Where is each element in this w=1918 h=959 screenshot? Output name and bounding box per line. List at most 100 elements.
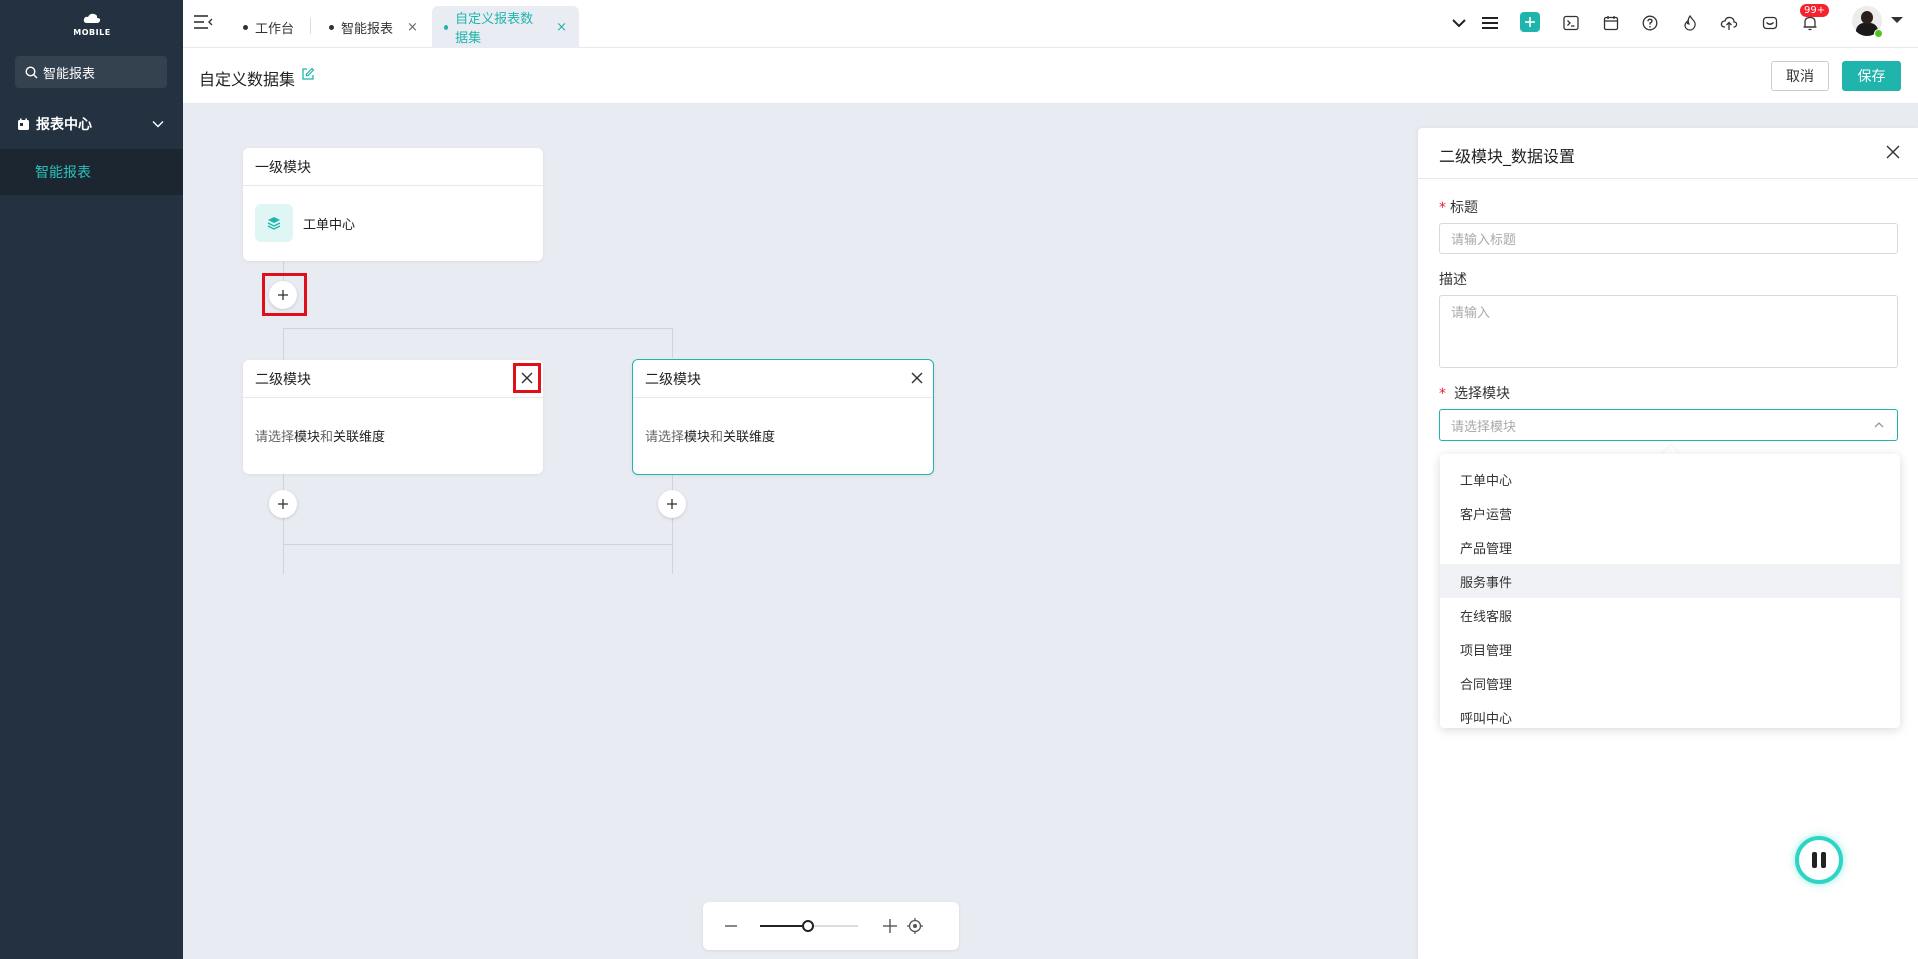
- title-placeholder: 请输入标题: [1451, 233, 1517, 248]
- pause-recording-button[interactable]: [1795, 836, 1843, 884]
- hint-and: 和: [320, 430, 334, 445]
- tab-divider: [310, 18, 311, 34]
- tab-dot: [329, 24, 334, 30]
- chevron-down-icon: [152, 121, 164, 128]
- dropdown-option-hovered[interactable]: 服务事件: [1440, 564, 1900, 598]
- connector-line: [672, 474, 673, 574]
- plus-icon: [278, 499, 288, 509]
- hint-module: 模块: [684, 430, 711, 445]
- card-header: 二级模块: [243, 360, 543, 398]
- menu-collapse-icon[interactable]: [193, 13, 213, 35]
- hint-dimension: 关联维度: [333, 430, 386, 445]
- tab-label: 工作台: [255, 21, 295, 37]
- highlight-box: [513, 363, 541, 393]
- search-icon: [25, 65, 38, 78]
- dropdown-option[interactable]: 工单中心: [1440, 462, 1900, 496]
- add-node-button[interactable]: [658, 490, 686, 518]
- brand-logo[interactable]: MOBILE: [72, 12, 112, 37]
- sidebar-item-label: 智能报表: [35, 165, 91, 181]
- tab-label: 智能报表: [341, 21, 394, 37]
- sidebar: MOBILE 智能报表 报表中心 智能报表: [0, 0, 183, 959]
- title-label: * 标题: [1439, 200, 1478, 216]
- sidebar-search-input[interactable]: 智能报表: [15, 56, 167, 88]
- cloud-logo-icon: [83, 13, 101, 23]
- module-placeholder: 请选择模块: [1451, 419, 1517, 435]
- tab-dot: [444, 24, 449, 30]
- module-label: * 选择模块: [1439, 386, 1510, 402]
- dropdown-option[interactable]: 项目管理: [1440, 632, 1900, 666]
- card-header: 二级模块: [633, 360, 933, 398]
- tab-custom-dataset[interactable]: 自定义报表数据集 ×: [432, 6, 579, 48]
- sidebar-search-value: 智能报表: [43, 66, 96, 82]
- sidebar-item-smart-report[interactable]: 智能报表: [0, 149, 183, 195]
- level1-module-card[interactable]: 一级模块 工单中心: [243, 148, 543, 261]
- close-icon[interactable]: [909, 370, 925, 386]
- card-body: 工单中心: [243, 186, 543, 260]
- sidebar-group-report-center[interactable]: 报表中心: [0, 109, 183, 139]
- description-placeholder: 请输入: [1451, 306, 1491, 321]
- connector-line: [283, 544, 673, 545]
- card-title: 二级模块: [645, 371, 701, 388]
- dropdown-option[interactable]: 在线客服: [1440, 598, 1900, 632]
- zoom-in-icon[interactable]: [883, 919, 897, 933]
- tab-close-icon[interactable]: ×: [407, 20, 418, 35]
- pause-icon: [1812, 852, 1826, 868]
- panel-title: 二级模块_数据设置: [1439, 147, 1576, 166]
- required-mark: *: [1439, 200, 1446, 216]
- cancel-button[interactable]: 取消: [1771, 61, 1829, 91]
- fire-icon[interactable]: [1679, 12, 1701, 34]
- inbox-icon[interactable]: [1759, 12, 1781, 34]
- add-icon[interactable]: [1520, 12, 1540, 32]
- tab-close-icon[interactable]: ×: [556, 20, 567, 35]
- hint-prefix: 请选择: [645, 430, 685, 445]
- save-button[interactable]: 保存: [1842, 61, 1901, 91]
- tab-smart-report[interactable]: 智能报表 ×: [317, 6, 430, 48]
- list-icon[interactable]: [1479, 12, 1501, 34]
- page-title: 自定义数据集: [199, 70, 296, 89]
- tab-dot: [243, 24, 248, 30]
- zoom-toolbar: [703, 902, 959, 950]
- brand-name: MOBILE: [73, 28, 111, 37]
- top-bar: 工作台 智能报表 × 自定义报表数据集 × 99+: [183, 0, 1918, 48]
- chevron-up-icon: [1874, 422, 1884, 428]
- level2-module-card[interactable]: 二级模块 请选择 模块和关联维度: [243, 360, 543, 474]
- connector-line: [283, 328, 673, 329]
- connector-line: [672, 328, 673, 358]
- edit-icon[interactable]: [301, 67, 315, 85]
- locate-icon[interactable]: [907, 918, 923, 934]
- card-body: 请选择 模块和关联维度: [243, 398, 543, 473]
- hint-dimension: 关联维度: [723, 430, 776, 445]
- page-header: 自定义数据集 取消 保存: [183, 48, 1918, 104]
- title-input[interactable]: 请输入标题: [1439, 223, 1898, 254]
- dropdown-option[interactable]: 合同管理: [1440, 666, 1900, 700]
- divider: [1418, 178, 1918, 179]
- description-textarea[interactable]: 请输入: [1439, 295, 1898, 368]
- module-name: 工单中心: [303, 217, 356, 233]
- connector-line: [283, 474, 284, 574]
- caret-down-icon[interactable]: [1891, 17, 1903, 23]
- card-body: 请选择 模块和关联维度: [633, 398, 933, 473]
- highlight-box: [262, 273, 307, 316]
- notification-badge: 99+: [1800, 4, 1830, 17]
- dropdown-option[interactable]: 产品管理: [1440, 530, 1900, 564]
- flow-canvas[interactable]: 一级模块 工单中心 二级模块 请选择 模块和关联维度 二级模块 请选择 模块 和…: [183, 104, 1418, 959]
- calendar-icon[interactable]: [1600, 12, 1622, 34]
- level2-module-card-selected[interactable]: 二级模块 请选择 模块和关联维度: [632, 359, 934, 475]
- sidebar-group-label: 报表中心: [36, 117, 92, 133]
- tab-workbench[interactable]: 工作台: [231, 6, 306, 48]
- module-dropdown: 工单中心 客户运营 产品管理 服务事件 在线客服 项目管理 合同管理 呼叫中心: [1440, 454, 1900, 728]
- cloud-upload-icon[interactable]: [1718, 12, 1740, 34]
- terminal-icon[interactable]: [1560, 12, 1582, 34]
- close-icon[interactable]: [1886, 145, 1900, 163]
- hint-and: 和: [710, 430, 724, 445]
- card-title: 一级模块: [255, 159, 311, 176]
- add-node-button[interactable]: [269, 490, 297, 518]
- chevron-down-icon[interactable]: [1448, 12, 1470, 34]
- module-select[interactable]: 请选择模块: [1439, 409, 1898, 441]
- zoom-slider[interactable]: [760, 920, 858, 932]
- description-label: 描述: [1439, 272, 1467, 288]
- help-icon[interactable]: [1639, 12, 1661, 34]
- dropdown-option[interactable]: 客户运营: [1440, 496, 1900, 530]
- plus-icon: [667, 499, 677, 509]
- dropdown-option[interactable]: 呼叫中心: [1440, 700, 1900, 728]
